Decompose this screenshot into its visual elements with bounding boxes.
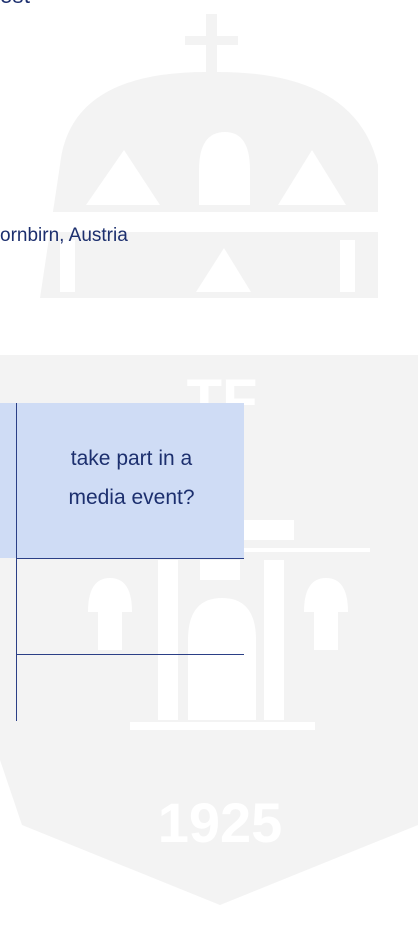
header-question: take part in a media event? xyxy=(19,439,244,517)
watermark-year: 1925 xyxy=(158,791,283,854)
heading-fragment: est xyxy=(0,0,30,9)
row-divider xyxy=(16,654,244,655)
table-header-cell: take part in a media event? xyxy=(0,403,244,558)
location-text: ornbirn, Austria xyxy=(0,225,128,246)
header-line-2: media event? xyxy=(68,486,195,509)
column-divider xyxy=(16,403,17,721)
row-divider xyxy=(16,558,244,559)
header-line-1: take part in a xyxy=(70,447,193,470)
comparison-table: take part in a media event? xyxy=(0,403,244,721)
